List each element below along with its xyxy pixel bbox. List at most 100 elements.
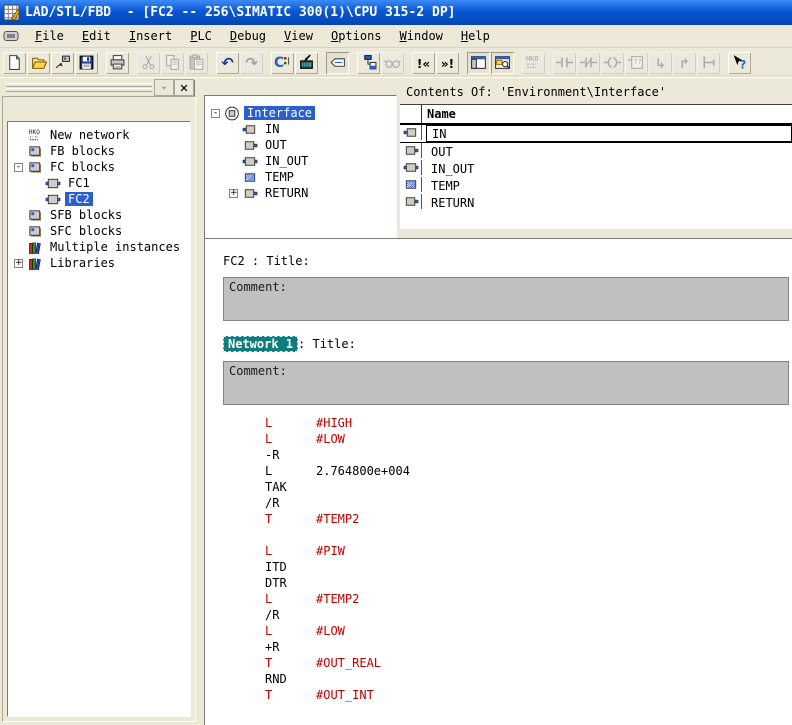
stl-operand: #OUT_REAL	[316, 656, 381, 670]
overview-toggle-button[interactable]	[467, 52, 490, 74]
stl-code-line[interactable]: T#OUT_INT	[205, 688, 792, 704]
goto-address-button[interactable]: C	[271, 52, 294, 74]
stl-code-line[interactable]: L#LOW	[205, 432, 792, 448]
tree-item-return[interactable]: +RETURN	[205, 185, 396, 201]
contents-row-return[interactable]: RETURN	[400, 194, 792, 211]
stl-code-line[interactable]: /R	[205, 496, 792, 512]
download-button[interactable]	[295, 52, 318, 74]
stl-code-area[interactable]: L#HIGHL#LOW-RL2.764800e+004TAK/RT#TEMP2L…	[205, 416, 792, 704]
tree-item-sfb-blocks[interactable]: SFB blocks	[8, 207, 190, 223]
tree-item-multiple-instances[interactable]: Multiple instances	[8, 239, 190, 255]
next-error-button[interactable]: »!	[436, 52, 459, 74]
stl-code-line[interactable]: /R	[205, 608, 792, 624]
svg-text:?: ?	[740, 57, 747, 71]
tree-item-fc1[interactable]: FC1	[8, 175, 190, 191]
stl-code-line[interactable]: ITD	[205, 560, 792, 576]
expander-plus-icon[interactable]: +	[14, 259, 23, 268]
stl-code-line[interactable]: L#TEMP2	[205, 592, 792, 608]
menu-file[interactable]: File	[26, 27, 73, 45]
close-branch-button[interactable]: ↱	[673, 52, 696, 74]
menu-window[interactable]: Window	[391, 27, 452, 45]
redo-button[interactable]: ↷	[240, 52, 263, 74]
gripper[interactable]	[6, 88, 152, 92]
menu-edit[interactable]: Edit	[73, 27, 120, 45]
stl-code-line[interactable]: -R	[205, 448, 792, 464]
stl-code-line[interactable]: L#HIGH	[205, 416, 792, 432]
print-button[interactable]	[106, 52, 129, 74]
open-branch-button[interactable]: ↳	[649, 52, 672, 74]
coil-button[interactable]	[601, 52, 624, 74]
open-block-button[interactable]	[51, 52, 74, 74]
document-window-icon[interactable]	[3, 28, 19, 44]
contents-row-out[interactable]: OUT	[400, 143, 792, 160]
stl-code-line[interactable]: L2.764800e+004	[205, 464, 792, 480]
contents-row-in[interactable]: IN	[400, 125, 792, 143]
tree-item-in[interactable]: IN	[205, 121, 396, 137]
tree-item-libraries[interactable]: +Libraries	[8, 255, 190, 271]
symbol-toggle-button[interactable]	[326, 52, 349, 74]
stl-code-line[interactable]: L#PIW	[205, 544, 792, 560]
code-panel: FC2 : Title: Comment: Network 1: Title: …	[204, 238, 792, 725]
panel-close-button[interactable]	[174, 79, 194, 96]
contents-row-temp[interactable]: TEMP	[400, 177, 792, 194]
stl-code-line[interactable]: L#LOW	[205, 624, 792, 640]
tree-item-fc2[interactable]: FC2	[8, 191, 190, 207]
prev-error-icon: !«	[417, 53, 430, 72]
stl-code-line[interactable]: DTR	[205, 576, 792, 592]
network-label[interactable]: Network 1	[223, 336, 298, 352]
tree-item-out[interactable]: OUT	[205, 137, 396, 153]
gripper[interactable]	[6, 83, 152, 87]
empty-box-button[interactable]: ??	[625, 52, 648, 74]
contact-no-button[interactable]	[553, 52, 576, 74]
expander-minus-icon[interactable]: -	[211, 109, 220, 118]
help-button[interactable]: ?	[728, 52, 751, 74]
tree-item-interface[interactable]: -Interface	[205, 105, 396, 121]
contact-nc-button[interactable]	[577, 52, 600, 74]
undo-button[interactable]: ↶	[216, 52, 239, 74]
detail-view-button[interactable]	[491, 52, 514, 74]
contact-no-icon	[556, 54, 573, 71]
new-network-button[interactable]: HKO	[522, 52, 545, 74]
expander-plus-icon[interactable]: +	[229, 189, 238, 198]
stl-code-line[interactable]: +R	[205, 640, 792, 656]
paste-button[interactable]	[185, 52, 208, 74]
stl-code-line[interactable]	[205, 528, 792, 544]
block-comment-box[interactable]: Comment:	[223, 277, 789, 321]
menu-insert[interactable]: Insert	[120, 27, 181, 45]
tree-item-fc-blocks[interactable]: -FC blocks	[8, 159, 190, 175]
tree-item-sfc-blocks[interactable]: SFC blocks	[8, 223, 190, 239]
monitor-button[interactable]	[381, 52, 404, 74]
stl-code-line[interactable]: RND	[205, 672, 792, 688]
block-icon	[45, 192, 61, 207]
stl-opcode: T	[265, 512, 316, 526]
tree-item-temp[interactable]: TEMP	[205, 169, 396, 185]
tree-item-label: IN	[262, 122, 282, 136]
stl-code-line[interactable]: TAK	[205, 480, 792, 496]
download-icon	[298, 54, 315, 71]
stl-opcode: L	[265, 432, 316, 446]
tree-item-new-network[interactable]: HKONew network	[8, 127, 190, 143]
menu-debug[interactable]: Debug	[221, 27, 275, 45]
menu-options[interactable]: Options	[322, 27, 391, 45]
prev-error-button[interactable]: !«	[412, 52, 435, 74]
panel-dropdown-button[interactable]	[154, 79, 174, 96]
expander-minus-icon[interactable]: -	[14, 163, 23, 172]
t-branch-button[interactable]	[697, 52, 720, 74]
tree-item-label: Multiple instances	[47, 240, 183, 254]
save-button[interactable]	[75, 52, 98, 74]
new-button[interactable]	[3, 52, 26, 74]
menu-help[interactable]: Help	[452, 27, 499, 45]
tree-item-fb-blocks[interactable]: FB blocks	[8, 143, 190, 159]
open-button[interactable]	[27, 52, 50, 74]
copy-button[interactable]	[161, 52, 184, 74]
cut-button[interactable]	[137, 52, 160, 74]
menu-plc[interactable]: PLC	[181, 27, 221, 45]
stl-code-line[interactable]: T#TEMP2	[205, 512, 792, 528]
menu-view[interactable]: View	[275, 27, 322, 45]
call-structure-button[interactable]	[357, 52, 380, 74]
tree-item-in-out[interactable]: IN_OUT	[205, 153, 396, 169]
stl-code-line[interactable]: T#OUT_REAL	[205, 656, 792, 672]
menu-items: FileEditInsertPLCDebugViewOptionsWindowH…	[26, 27, 499, 45]
contents-row-in_out[interactable]: IN_OUT	[400, 160, 792, 177]
network-comment-box[interactable]: Comment:	[223, 361, 789, 405]
